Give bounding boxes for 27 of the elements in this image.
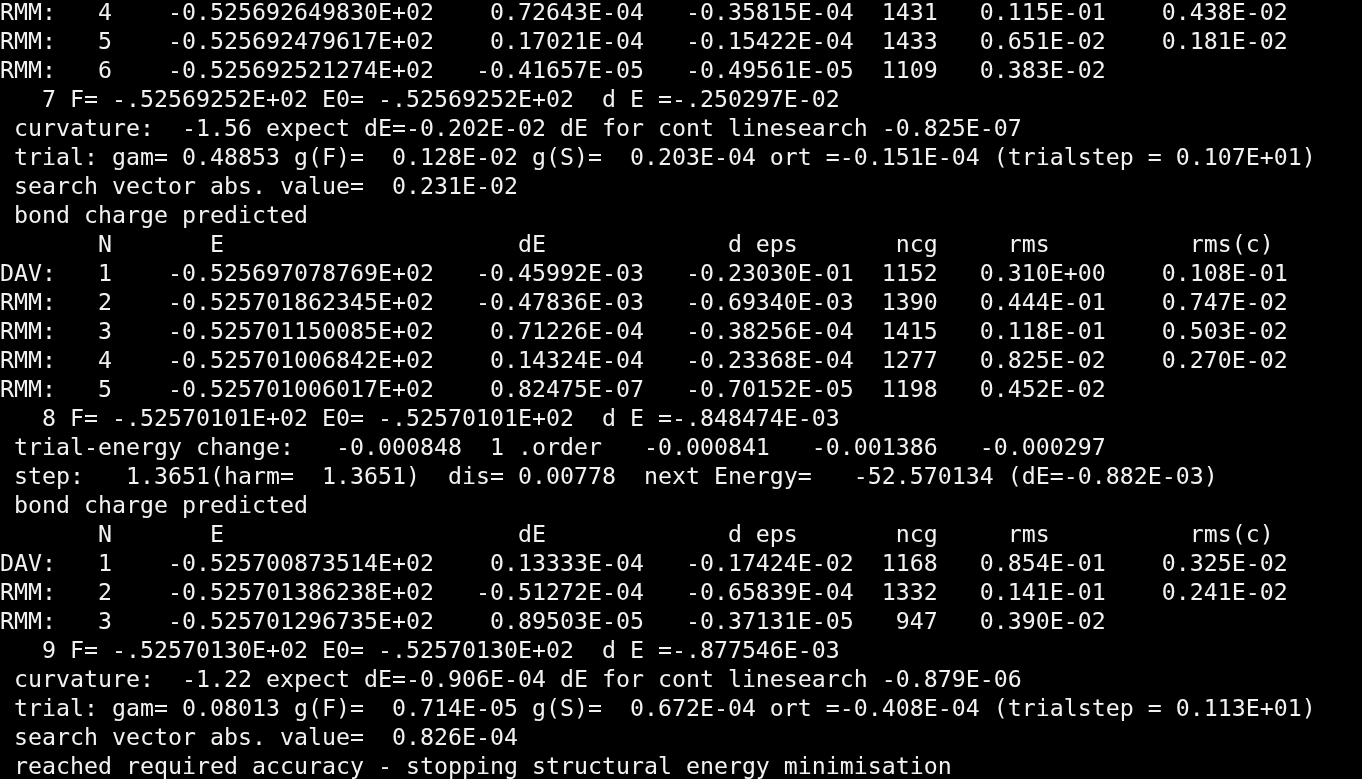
terminal-line: RMM: 2 -0.525701386238E+02 -0.51272E-04 -0.65839E-04 1332 0.141E-01 0.241E-02 <box>0 577 1288 606</box>
terminal-line: RMM: 5 -0.525701006017E+02 0.82475E-07 -0.70152E-05 1198 0.452E-02 <box>0 374 1106 403</box>
terminal-line: RMM: 4 -0.525701006842E+02 0.14324E-04 -0.23368E-04 1277 0.825E-02 0.270E-02 <box>0 345 1288 374</box>
terminal-line: RMM: 6 -0.525692521274E+02 -0.41657E-05 -0.49561E-05 1109 0.383E-02 <box>0 55 1106 84</box>
terminal-line: RMM: 3 -0.525701296735E+02 0.89503E-05 -0.37131E-05 947 0.390E-02 <box>0 606 1106 635</box>
terminal-line: bond charge predicted <box>13 490 308 519</box>
terminal-line: 7 F= -.52569252E+02 E0= -.52569252E+02 d E =-.250297E-02 <box>41 84 840 113</box>
terminal-line: bond charge predicted <box>13 200 308 229</box>
terminal-line: reached required accuracy - stopping structural energy minimisation <box>13 751 952 779</box>
terminal-line: 9 F= -.52570130E+02 E0= -.52570130E+02 d E =-.877546E-03 <box>41 635 840 664</box>
terminal-line: RMM: 3 -0.525701150085E+02 0.71226E-04 -0.38256E-04 1415 0.118E-01 0.503E-02 <box>0 316 1288 345</box>
terminal-line: RMM: 2 -0.525701862345E+02 -0.47836E-03 -0.69340E-03 1390 0.444E-01 0.747E-02 <box>0 287 1288 316</box>
terminal-line: DAV: 1 -0.525700873514E+02 0.13333E-04 -0.17424E-02 1168 0.854E-01 0.325E-02 <box>0 548 1288 577</box>
terminal-line: trial: gam= 0.48853 g(F)= 0.128E-02 g(S)= 0.203E-04 ort =-0.151E-04 (trialstep = 0.107E+01) <box>13 142 1316 171</box>
terminal-line: RMM: 5 -0.525692479617E+02 0.17021E-04 -0.15422E-04 1433 0.651E-02 0.181E-02 <box>0 26 1288 55</box>
terminal-line: search vector abs. value= 0.231E-02 <box>13 171 518 200</box>
terminal-line: N E dE d eps ncg rms rms(c) <box>96 229 1274 258</box>
terminal-line: curvature: -1.56 expect dE=-0.202E-02 dE for cont linesearch -0.825E-07 <box>13 113 1022 142</box>
terminal-line: RMM: 4 -0.525692649830E+02 0.72643E-04 -0.35815E-04 1431 0.115E-01 0.438E-02 <box>0 0 1288 26</box>
terminal-line: DAV: 1 -0.525697078769E+02 -0.45992E-03 -0.23030E-01 1152 0.310E+00 0.108E-01 <box>0 258 1288 287</box>
terminal-line: trial-energy change: -0.000848 1 .order -0.000841 -0.001386 -0.000297 <box>13 432 1106 461</box>
terminal-line: step: 1.3651(harm= 1.3651) dis= 0.00778 next Energy= -52.570134 (dE=-0.882E-03) <box>13 461 1218 490</box>
terminal-line: trial: gam= 0.08013 g(F)= 0.714E-05 g(S)= 0.672E-04 ort =-0.408E-04 (trialstep = 0.113E+01) <box>13 693 1316 722</box>
terminal-line: 8 F= -.52570101E+02 E0= -.52570101E+02 d E =-.848474E-03 <box>41 403 840 432</box>
terminal-line: N E dE d eps ncg rms rms(c) <box>96 519 1274 548</box>
terminal-line: search vector abs. value= 0.826E-04 <box>13 722 518 751</box>
terminal-line: curvature: -1.22 expect dE=-0.906E-04 dE for cont linesearch -0.879E-06 <box>13 664 1022 693</box>
